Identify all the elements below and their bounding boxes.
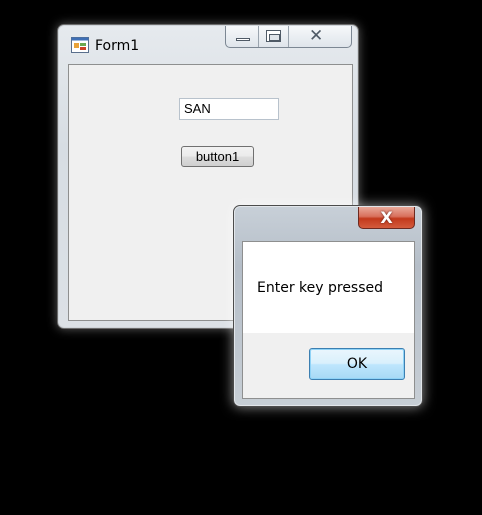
text-input[interactable]: SAN xyxy=(179,98,279,120)
maximize-icon xyxy=(266,30,281,42)
ok-button[interactable]: OK xyxy=(309,348,405,380)
maximize-button[interactable] xyxy=(259,26,289,47)
message-box-window: X Enter key pressed OK xyxy=(233,205,423,407)
form1-titlebar[interactable]: Form1 ✕ xyxy=(58,25,358,61)
message-box-close-button[interactable]: X xyxy=(358,207,415,229)
message-area: Enter key pressed xyxy=(243,242,414,333)
form-app-icon[interactable] xyxy=(71,37,89,55)
form1-close-button[interactable]: ✕ xyxy=(289,26,351,47)
form1-title: Form1 xyxy=(95,38,140,54)
form1-caption-buttons: ✕ xyxy=(225,26,352,48)
minimize-icon xyxy=(236,38,250,41)
close-icon: X xyxy=(380,208,393,227)
button1[interactable]: button1 xyxy=(181,146,254,167)
close-icon: ✕ xyxy=(309,26,324,46)
message-text: Enter key pressed xyxy=(257,280,384,296)
minimize-button[interactable] xyxy=(226,26,259,47)
message-box-client-area: Enter key pressed OK xyxy=(242,241,415,399)
